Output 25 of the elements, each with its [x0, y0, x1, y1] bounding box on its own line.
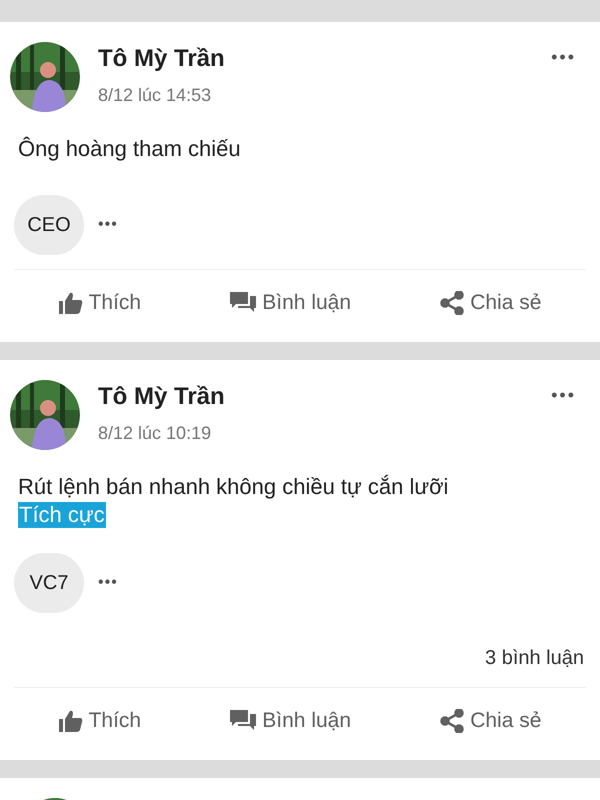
thumbs-up-icon	[58, 292, 83, 314]
more-options-button[interactable]: •••	[98, 213, 118, 237]
share-icon	[440, 708, 464, 732]
stock-symbol-chip[interactable]: CEO	[14, 195, 84, 255]
more-options-button[interactable]: •••	[551, 44, 576, 71]
like-button[interactable]: Thích	[58, 286, 142, 318]
chat-bubbles-icon	[230, 710, 256, 732]
comment-button[interactable]: Bình luận	[230, 704, 352, 736]
more-options-button[interactable]: •••	[98, 571, 118, 595]
comment-button[interactable]: Bình luận	[230, 286, 352, 318]
post-text: Rút lệnh bán nhanh không chiều tự cắn lưỡi	[18, 473, 450, 501]
share-button[interactable]: Chia sẻ	[440, 704, 542, 736]
comment-count[interactable]: 3 bình luận	[485, 643, 584, 673]
post-time: 8/12 lúc 14:53	[98, 84, 212, 107]
author-name[interactable]: Tô Mỳ Trần	[98, 382, 552, 412]
post-text: Ông hoàng tham chiếu	[18, 135, 242, 163]
stock-symbol-chip[interactable]: VC7	[14, 553, 84, 613]
post-time: 8/12 lúc 10:19	[98, 422, 212, 445]
author-name[interactable]: Tô Mỳ Trần	[98, 44, 552, 74]
chat-bubbles-icon	[230, 292, 256, 314]
like-button[interactable]: Thích	[58, 704, 142, 736]
share-button[interactable]: Chia sẻ	[440, 286, 542, 318]
share-icon	[440, 290, 464, 314]
thumbs-up-icon	[58, 710, 83, 732]
more-options-button[interactable]: •••	[551, 382, 576, 409]
